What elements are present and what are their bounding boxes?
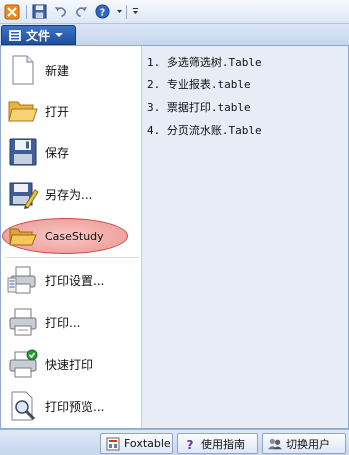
toolbar-separator — [26, 4, 27, 19]
menu-item-print-preview[interactable]: 打印预览... — [1, 386, 141, 426]
menu-item-label: CaseStudy — [45, 229, 104, 243]
users-icon — [268, 437, 282, 451]
customize-dropdown-icon[interactable] — [131, 4, 139, 20]
chevron-down-icon — [55, 33, 64, 37]
menu-item-label: 保存 — [45, 145, 70, 160]
switch-user-label: 切换用户 — [286, 437, 330, 451]
menu-item-label: 新建 — [45, 63, 70, 78]
save-icon — [7, 136, 39, 168]
user-guide-button[interactable]: ? 使用指南 — [177, 433, 258, 454]
ribbon-tab-strip: 文件 — [0, 24, 349, 46]
open-folder-icon — [7, 95, 39, 127]
file-menu-label: 文件 — [26, 28, 51, 43]
menu-item-label: 打开 — [45, 104, 70, 119]
menu-item-open[interactable]: 打开 — [1, 91, 141, 131]
app-icon[interactable] — [4, 4, 20, 20]
print-preview-icon — [7, 390, 39, 422]
foxtable-label: Foxtable — [124, 437, 171, 450]
recent-file-item[interactable]: 3. 票据打印.table — [147, 99, 347, 115]
file-menu-button[interactable]: 文件 — [1, 25, 76, 45]
svg-text:?: ? — [187, 438, 194, 451]
menu-separator — [5, 257, 139, 258]
quick-access-toolbar: ? — [0, 0, 349, 24]
menu-item-label: 打印设置... — [45, 273, 105, 288]
recent-files-panel: 1. 多选筛选树.Table 2. 专业报表.table 3. 票据打印.tab… — [142, 46, 348, 428]
menu-item-label: 快速打印 — [45, 357, 94, 372]
menu-commands: 新建 打开 保存 另存为... CaseStudy 打印设置... 打印... … — [1, 46, 142, 428]
menu-item-print-setup[interactable]: 打印设置... — [1, 260, 141, 300]
recent-file-item[interactable]: 4. 分页流水账.Table — [147, 122, 347, 138]
question-icon: ? — [183, 437, 197, 451]
menu-item-save-as[interactable]: 另存为... — [1, 174, 141, 214]
menu-item-label: 另存为... — [45, 187, 93, 202]
folder-icon — [7, 220, 39, 252]
file-menu-icon — [9, 29, 21, 41]
file-menu-panel: 新建 打开 保存 另存为... CaseStudy 打印设置... 打印... … — [0, 46, 349, 429]
redo-icon[interactable] — [73, 4, 89, 20]
menu-item-label: 打印预览... — [45, 399, 105, 414]
menu-item-new[interactable]: 新建 — [1, 50, 141, 90]
switch-user-button[interactable]: 切换用户 — [262, 433, 346, 454]
recent-file-item[interactable]: 1. 多选筛选树.Table — [147, 54, 347, 70]
menu-item-label: 打印... — [45, 315, 81, 330]
toolbar-separator — [126, 4, 127, 19]
menu-footer: Foxtable ? 使用指南 切换用户 — [0, 429, 349, 455]
print-setup-icon — [7, 264, 39, 296]
print-icon — [7, 306, 39, 338]
save-icon[interactable] — [31, 4, 47, 20]
menu-item-print[interactable]: 打印... — [1, 302, 141, 342]
menu-item-save[interactable]: 保存 — [1, 132, 141, 172]
quick-print-icon — [7, 348, 39, 380]
user-guide-label: 使用指南 — [201, 437, 245, 451]
new-document-icon — [7, 54, 39, 86]
help-dropdown-icon[interactable] — [115, 4, 123, 20]
foxtable-icon — [106, 437, 120, 451]
svg-text:?: ? — [99, 7, 104, 18]
foxtable-button[interactable]: Foxtable — [100, 433, 173, 454]
recent-file-item[interactable]: 2. 专业报表.table — [147, 76, 347, 92]
save-as-icon — [7, 178, 39, 210]
help-icon[interactable]: ? — [94, 4, 110, 20]
menu-item-casestudy[interactable]: CaseStudy — [1, 216, 141, 256]
menu-item-quick-print[interactable]: 快速打印 — [1, 344, 141, 384]
undo-icon[interactable] — [52, 4, 68, 20]
